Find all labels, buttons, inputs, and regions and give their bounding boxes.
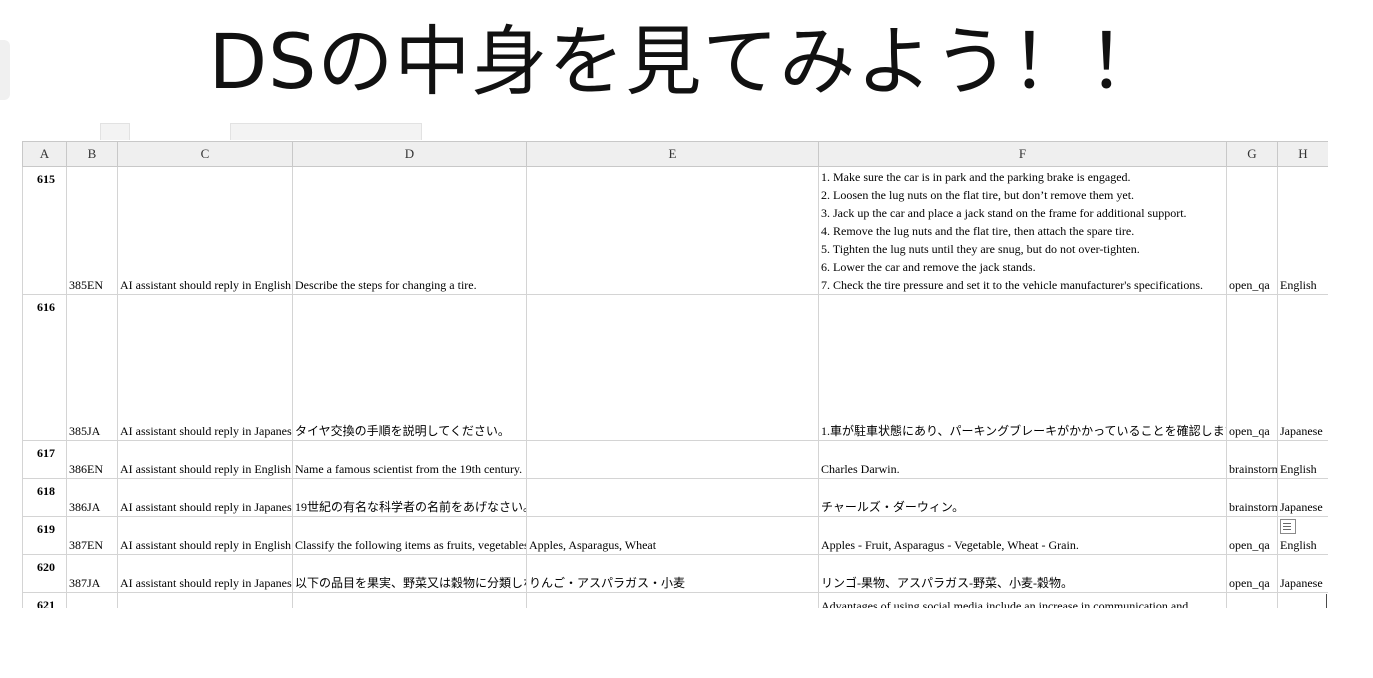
- cell-b[interactable]: 385JA: [66, 294, 118, 441]
- cell-line: 4. Remove the lug nuts and the flat tire…: [821, 224, 1135, 238]
- cell-h[interactable]: English: [1277, 516, 1328, 555]
- cell-g[interactable]: open_qa: [1226, 166, 1278, 295]
- row-index: 618: [37, 484, 55, 498]
- cell-line: 5. Tighten the lug nuts until they are s…: [821, 242, 1140, 256]
- data-table: A B C D E F G H 615 6 385EN AI assistant…: [22, 141, 1328, 608]
- cell-c[interactable]: AI assistant should reply in English: [117, 166, 293, 295]
- column-header-h[interactable]: H: [1277, 141, 1328, 167]
- cell-line: 3. Jack up the car and place a jack stan…: [821, 206, 1187, 220]
- cell-a[interactable]: 620 1: [22, 554, 67, 593]
- column-header-e[interactable]: E: [526, 141, 819, 167]
- cell-e[interactable]: [526, 440, 819, 479]
- cell-h[interactable]: Japanese: [1277, 294, 1328, 441]
- cell-c[interactable]: AI assistant should reply in Japanese: [117, 294, 293, 441]
- cell-c[interactable]: AI assistant should reply in Japanese: [117, 478, 293, 517]
- cell-h[interactable]: English: [1277, 440, 1328, 479]
- cell-a[interactable]: 618 9: [22, 478, 67, 517]
- cell-h-content: English: [1280, 519, 1326, 554]
- cell-b[interactable]: 386JA: [66, 478, 118, 517]
- cell-c[interactable]: AI assistant should reply in Japanese: [117, 554, 293, 593]
- cell-h[interactable]: [1277, 592, 1328, 608]
- cell-b[interactable]: 387JA: [66, 554, 118, 593]
- cell-h[interactable]: English: [1277, 166, 1328, 295]
- row-index: 620: [37, 560, 55, 574]
- table-row: 617 8 386EN AI assistant should reply in…: [22, 440, 1328, 479]
- spreadsheet-grid[interactable]: A B C D E F G H 615 6 385EN AI assistant…: [22, 141, 1328, 608]
- cell-f[interactable]: Advantages of using social media include…: [818, 592, 1227, 608]
- slide-title: DSの中身を見てみよう！！: [208, 17, 1165, 106]
- cell-g[interactable]: open_qa: [1226, 554, 1278, 593]
- cell-a[interactable]: 619 0: [22, 516, 67, 555]
- cell-c[interactable]: AI assistant should reply in English: [117, 516, 293, 555]
- column-header-f[interactable]: F: [818, 141, 1227, 167]
- cell-d[interactable]: Describe the steps for changing a tire.: [292, 166, 527, 295]
- cell-g[interactable]: open_qa: [1226, 294, 1278, 441]
- column-header-c[interactable]: C: [117, 141, 293, 167]
- cell-line: 1. Make sure the car is in park and the …: [821, 170, 1131, 184]
- cell-d[interactable]: タイヤ交換の手順を説明してください。: [292, 294, 527, 441]
- sheet-tab[interactable]: [100, 123, 130, 140]
- cell-e[interactable]: [526, 592, 819, 608]
- column-header-a[interactable]: A: [22, 141, 67, 167]
- cell-f[interactable]: リンゴ-果物、アスパラガス-野菜、小麦-穀物。: [818, 554, 1227, 593]
- cell-f[interactable]: 1.車が駐車状態にあり、パーキングブレーキがかかっていることを確認します。2.パ…: [818, 294, 1227, 441]
- table-row: 618 9 386JA AI assistant should reply in…: [22, 478, 1328, 517]
- cell-f[interactable]: チャールズ・ダーウィン。: [818, 478, 1227, 517]
- cell-line: 7. Check the tire pressure and set it to…: [821, 278, 1204, 292]
- cell-a[interactable]: 616 7: [22, 294, 67, 441]
- table-row: 621 Advantages of using social media inc…: [22, 592, 1328, 608]
- cell-g[interactable]: brainstorming: [1226, 478, 1278, 517]
- cell-d[interactable]: 19世紀の有名な科学者の名前をあげなさい。: [292, 478, 527, 517]
- cell-g[interactable]: brainstorming: [1226, 440, 1278, 479]
- cell-f[interactable]: Charles Darwin.: [818, 440, 1227, 479]
- cell-c[interactable]: [117, 592, 293, 608]
- row-index: 621: [37, 598, 55, 608]
- row-index: 615: [37, 172, 55, 186]
- sheet-tab[interactable]: [230, 123, 422, 140]
- table-row: 616 7 385JA AI assistant should reply in…: [22, 294, 1328, 441]
- cell-a[interactable]: 621: [22, 592, 67, 608]
- row-index: 619: [37, 522, 55, 536]
- table-row: 619 0 387EN AI assistant should reply in…: [22, 516, 1328, 555]
- cell-d[interactable]: Classify the following items as fruits, …: [292, 516, 527, 555]
- column-header-b[interactable]: B: [66, 141, 118, 167]
- cell-d[interactable]: Name a famous scientist from the 19th ce…: [292, 440, 527, 479]
- cell-g[interactable]: [1226, 592, 1278, 608]
- cell-b[interactable]: 387EN: [66, 516, 118, 555]
- cell-b[interactable]: 386EN: [66, 440, 118, 479]
- cell-a[interactable]: 615 6: [22, 166, 67, 295]
- cell-d[interactable]: 以下の品目を果実、野菜又は穀物に分類しなさい。: [292, 554, 527, 593]
- row-index: 616: [37, 300, 55, 314]
- cell-a[interactable]: 617 8: [22, 440, 67, 479]
- selection-edge: [1326, 594, 1327, 608]
- cell-f[interactable]: Apples - Fruit, Asparagus - Vegetable, W…: [818, 516, 1227, 555]
- cell-e[interactable]: りんご・アスパラガス・小麦: [526, 554, 819, 593]
- cell-c[interactable]: AI assistant should reply in English: [117, 440, 293, 479]
- paste-options-icon[interactable]: [1280, 519, 1296, 534]
- cell-b[interactable]: [66, 592, 118, 608]
- cell-h[interactable]: Japanese: [1277, 478, 1328, 517]
- column-header-d[interactable]: D: [292, 141, 527, 167]
- row-index: 617: [37, 446, 55, 460]
- cell-e[interactable]: [526, 294, 819, 441]
- cell-h[interactable]: Japanese: [1277, 554, 1328, 593]
- cell-line: 6. Lower the car and remove the jack sta…: [821, 260, 1036, 274]
- cell-g[interactable]: open_qa: [1226, 516, 1278, 555]
- column-header-g[interactable]: G: [1226, 141, 1278, 167]
- cell-e[interactable]: Apples, Asparagus, Wheat: [526, 516, 819, 555]
- cell-d[interactable]: [292, 592, 527, 608]
- cell-f[interactable]: 1. Make sure the car is in park and the …: [818, 166, 1227, 295]
- cell-line: 2. Loosen the lug nuts on the flat tire,…: [821, 188, 1135, 202]
- cell-e[interactable]: [526, 478, 819, 517]
- table-row: 620 1 387JA AI assistant should reply in…: [22, 554, 1328, 593]
- cell-e[interactable]: [526, 166, 819, 295]
- cell-h-text: English: [1280, 538, 1317, 552]
- table-row: 615 6 385EN AI assistant should reply in…: [22, 166, 1328, 295]
- cell-b[interactable]: 385EN: [66, 166, 118, 295]
